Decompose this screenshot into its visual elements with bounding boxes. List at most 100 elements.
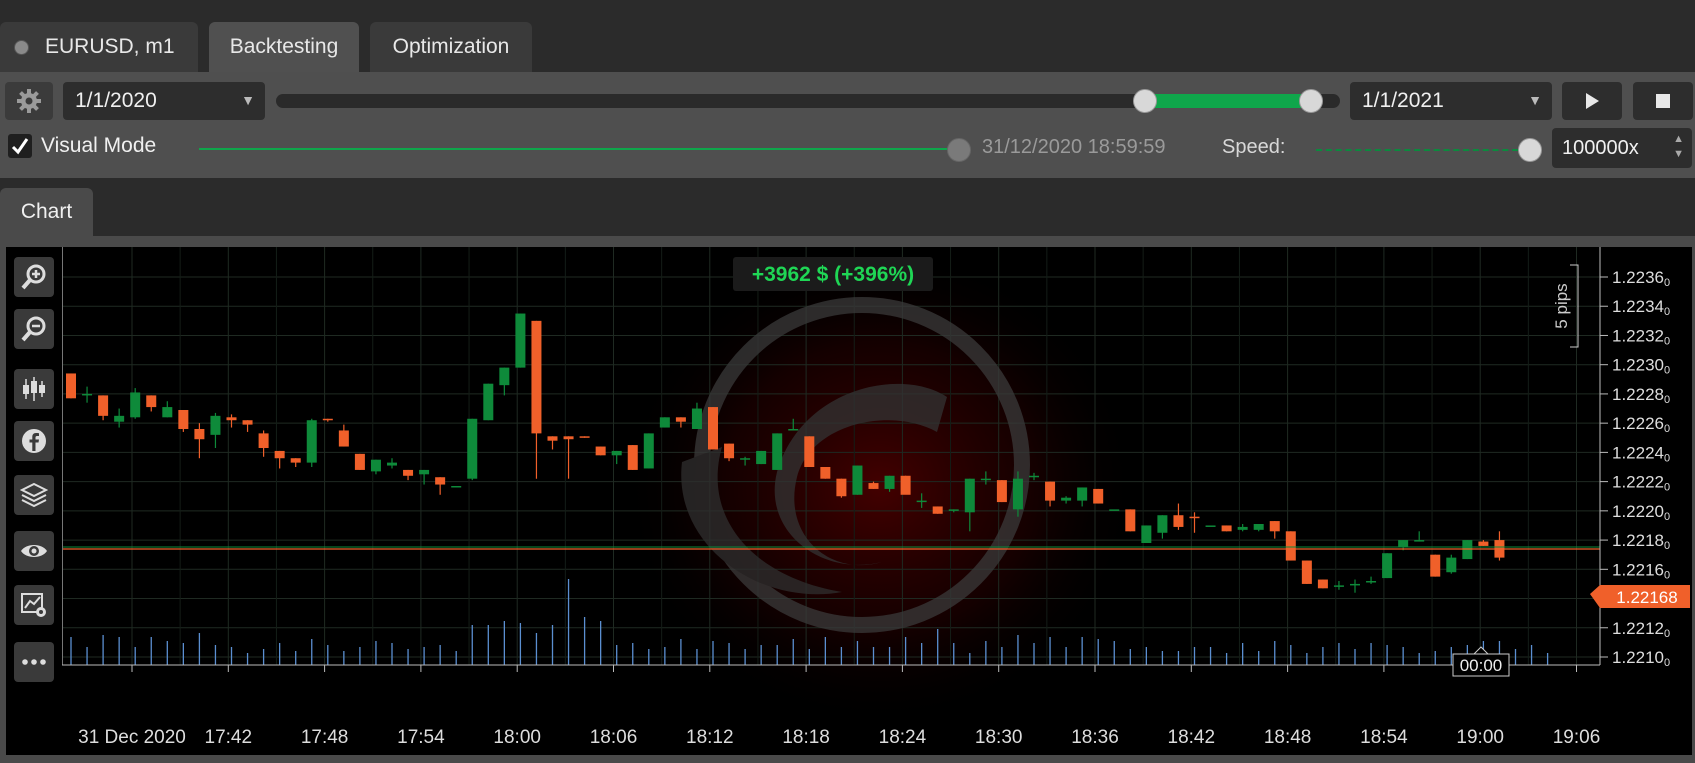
speed-input[interactable]: 100000x ▲ ▼ (1552, 128, 1692, 168)
visual-mode-checkbox[interactable] (8, 134, 32, 158)
candle-body (1446, 557, 1457, 573)
price-tick-label: 1.22120 (1612, 619, 1670, 640)
more-options-button[interactable] (14, 642, 54, 682)
candle-body (884, 475, 895, 489)
speed-label: Speed: (1222, 136, 1286, 158)
candle-body (1478, 541, 1489, 546)
time-tick-label: 17:54 (397, 727, 445, 748)
tab-backtesting-label: Backtesting (229, 35, 339, 58)
candle-body (451, 486, 462, 488)
candle-body (788, 429, 799, 431)
time-tick-label: 18:18 (782, 727, 830, 748)
range-start-handle[interactable] (1133, 89, 1157, 113)
price-tick-label: 1.22240 (1612, 443, 1670, 464)
date-to-select[interactable]: 1/1/2021 ▼ (1350, 82, 1552, 120)
candle-body (210, 415, 221, 435)
candle-body (1157, 515, 1168, 533)
date-from-select[interactable]: 1/1/2020 ▼ (63, 82, 265, 120)
candle-body (146, 395, 157, 408)
zoom-in-button[interactable] (14, 257, 54, 297)
candle-body (1093, 488, 1104, 504)
tab-chart-label: Chart (20, 200, 73, 223)
play-button[interactable] (1562, 82, 1622, 120)
stop-button[interactable] (1633, 82, 1693, 120)
layers-button[interactable] (14, 475, 54, 515)
candle-body (836, 478, 847, 497)
candle-body (1173, 515, 1184, 527)
date-from-value: 1/1/2020 (75, 89, 157, 112)
candle-body (1398, 540, 1409, 548)
zoom-out-button[interactable] (14, 309, 54, 349)
tab-chart[interactable]: Chart (0, 188, 93, 236)
candle-body (242, 420, 253, 425)
candle-body (916, 500, 927, 503)
candle-body (611, 450, 622, 456)
candle-body (98, 395, 109, 416)
candle-body (1430, 554, 1441, 577)
spinner-arrows-icon[interactable]: ▲ ▼ (1673, 132, 1684, 162)
chart-type-button[interactable] (14, 369, 54, 409)
candle-body (980, 478, 991, 481)
candle-body (1366, 581, 1377, 583)
object-settings-button[interactable] (14, 585, 54, 625)
tab-symbol[interactable]: EURUSD, m1 (0, 22, 198, 72)
candle-body (258, 433, 269, 448)
tab-backtesting[interactable]: Backtesting (209, 22, 359, 72)
candle-body (1061, 497, 1072, 501)
settings-button[interactable] (5, 82, 53, 120)
candle-body (964, 478, 975, 513)
price-chart[interactable]: 1.22360 1.22340 1.22320 1.22300 1.22280 1.222… (62, 247, 1692, 755)
candle-body (627, 445, 638, 470)
candle-body (1012, 478, 1023, 510)
checkmark-icon (11, 138, 29, 155)
candle-body (1285, 531, 1296, 561)
price-tick-label: 1.22340 (1612, 297, 1670, 318)
candle-body (1141, 525, 1152, 543)
candle-body (1414, 540, 1425, 542)
candle-body (1301, 560, 1312, 584)
speed-slider[interactable] (1316, 149, 1528, 151)
visibility-button[interactable] (14, 531, 54, 571)
eye-icon (21, 545, 47, 557)
candle-body (531, 320, 542, 434)
price-tick-label: 1.22260 (1612, 414, 1670, 435)
speed-handle[interactable] (1518, 138, 1542, 162)
range-end-handle[interactable] (1299, 89, 1323, 113)
candle-body (114, 415, 125, 422)
candle-body (595, 446, 606, 456)
candle-body (130, 392, 141, 418)
candle-body (724, 443, 735, 459)
candle-body (1077, 487, 1088, 501)
candle-body (322, 418, 333, 421)
tab-optimization-label: Optimization (392, 35, 510, 58)
zoom-out-icon (21, 316, 46, 342)
current-price-value: 1.22168 (1616, 588, 1677, 607)
candle-body (659, 417, 670, 428)
date-to-value: 1/1/2021 (1362, 89, 1444, 112)
time-tick-label: 18:30 (975, 727, 1023, 748)
tab-optimization[interactable]: Optimization (370, 22, 532, 72)
candle-body (274, 450, 285, 459)
candle-body (932, 506, 943, 514)
candle-body (852, 465, 863, 495)
chart-tab-bar: Chart (0, 178, 1695, 236)
date-range-selection (1145, 94, 1311, 108)
backtest-toolbar: 1/1/2020 ▼ 1/1/2021 ▼ Visual Mode 31/12/… (0, 72, 1695, 178)
candle-body (547, 436, 558, 441)
candle-body (1269, 521, 1280, 532)
price-tick-label: 1.22100 (1612, 648, 1670, 669)
current-backtest-time: 31/12/2020 18:59:59 (982, 136, 1166, 158)
backtest-progress-line (199, 148, 957, 150)
tab-symbol-label: EURUSD, m1 (45, 35, 175, 58)
social-share-button[interactable] (14, 421, 54, 461)
pips-label: 5 pips (1552, 283, 1571, 328)
current-price-tag: 1.22168 (1590, 585, 1690, 608)
candle-body (435, 477, 446, 485)
candle-body (1189, 516, 1200, 519)
candle-body (82, 393, 93, 396)
candle-body (515, 313, 526, 368)
progress-handle[interactable] (947, 138, 971, 162)
time-tick-label: 18:42 (1168, 727, 1216, 748)
time-tick-label: 18:54 (1360, 727, 1408, 748)
candle-body (1317, 579, 1328, 589)
